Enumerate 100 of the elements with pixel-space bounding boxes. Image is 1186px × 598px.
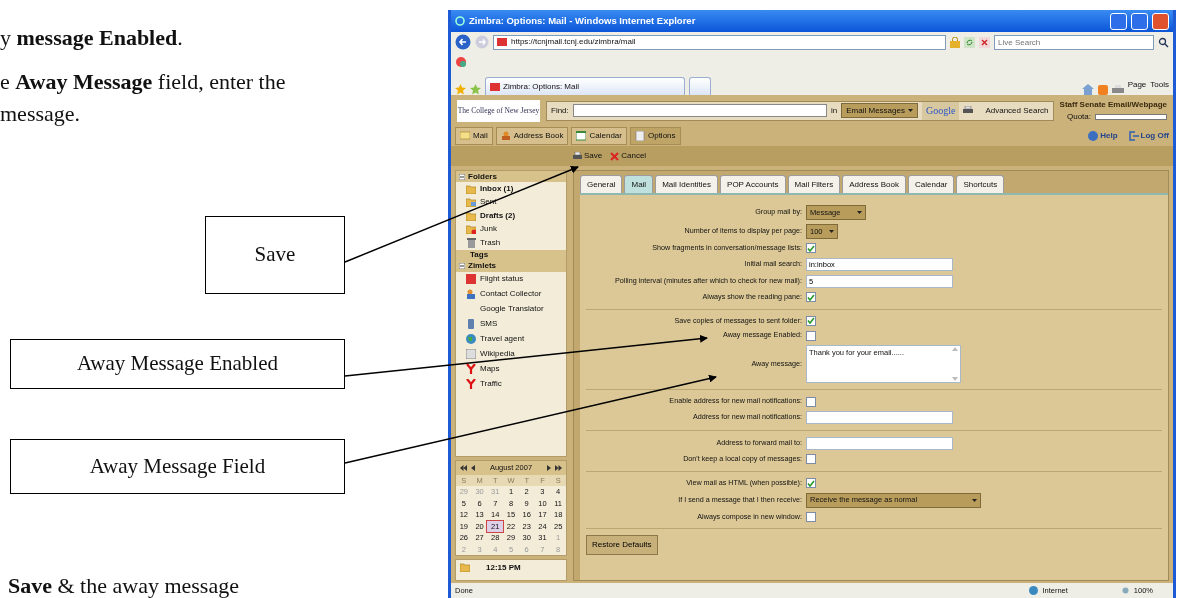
- caret-icon: [828, 230, 834, 233]
- printer-icon: [573, 151, 582, 161]
- checkbox[interactable]: [806, 396, 816, 407]
- settings-tab[interactable]: Mail Identities: [655, 175, 719, 193]
- people-icon: [466, 289, 476, 299]
- quota-bar: [1095, 113, 1167, 120]
- search-icon: [1158, 36, 1169, 48]
- sidebar-item[interactable]: Flight status: [456, 271, 566, 287]
- collapse-icon: [459, 263, 465, 269]
- settings-tab[interactable]: Shortcuts: [956, 175, 1005, 193]
- sidebar-item[interactable]: Traffic: [456, 376, 566, 392]
- instruction-text: y message Enabled.: [0, 24, 184, 52]
- sidebar-item[interactable]: Maps: [456, 361, 566, 377]
- account-name: Staff Senate Email/Webpage: [1059, 98, 1167, 111]
- page-menu[interactable]: Page: [1127, 79, 1147, 91]
- printer-icon: [1111, 85, 1124, 95]
- checkbox[interactable]: [806, 243, 816, 254]
- trash-icon: [466, 237, 476, 248]
- text-field[interactable]: [806, 437, 953, 450]
- forward-icon: [475, 35, 489, 49]
- text-field[interactable]: [806, 411, 953, 424]
- maximize-button[interactable]: [1131, 12, 1148, 30]
- restore-defaults-button[interactable]: Restore Defaults: [586, 535, 658, 556]
- search-scope-dropdown[interactable]: Email Messages: [841, 103, 918, 118]
- settings-tab[interactable]: Address Book: [842, 175, 906, 193]
- find-field[interactable]: [572, 104, 828, 117]
- address-field[interactable]: https://tcnjmail.tcnj.edu/zimbra/mail: [493, 34, 946, 50]
- check-icon: [807, 479, 815, 487]
- sidebar-item[interactable]: Drafts (2): [456, 209, 566, 223]
- checkbox[interactable]: [806, 330, 816, 341]
- globe-icon: [466, 334, 476, 344]
- site-icon: [497, 38, 507, 46]
- checkbox[interactable]: [806, 292, 816, 303]
- phone-icon: [466, 319, 476, 329]
- app-tab[interactable]: Options: [629, 127, 681, 145]
- back-icon: [455, 34, 471, 50]
- scroll-up-icon: [952, 347, 958, 352]
- tools-menu[interactable]: Tools: [1150, 79, 1169, 91]
- callout-label: Away Message Enabled: [10, 339, 345, 389]
- cross-icon: [610, 151, 620, 161]
- feed-icon: [1097, 85, 1108, 95]
- search-field[interactable]: Live Search: [994, 34, 1154, 50]
- sidebar-item[interactable]: Google Translator: [456, 301, 566, 317]
- callout-label: Away Message Field: [10, 439, 345, 494]
- find-label: Find:: [551, 104, 569, 117]
- in-label: in: [831, 104, 838, 117]
- check-icon: [807, 317, 815, 325]
- sidebar-header[interactable]: Tags: [456, 249, 566, 261]
- sidebar-item[interactable]: SMS: [456, 316, 566, 332]
- sidebar-item[interactable]: Contact Collector: [456, 286, 566, 302]
- add-favorite-icon: [470, 84, 481, 95]
- window-title: Zimbra: Options: Mail - Windows Internet Explorer: [469, 13, 697, 28]
- checkbox[interactable]: [806, 316, 816, 326]
- app-tab[interactable]: Address Book: [495, 127, 569, 145]
- document-icon: [634, 131, 645, 141]
- sidebar-item[interactable]: Junk: [456, 222, 566, 236]
- globe-icon: [1029, 586, 1039, 595]
- people-icon: [500, 131, 511, 141]
- last-icon: [555, 464, 562, 471]
- sidebar-header[interactable]: Folders: [456, 171, 566, 182]
- stop-icon: [979, 36, 990, 48]
- instruction-text: Save & the away message: [8, 574, 240, 598]
- checkbox[interactable]: [806, 478, 816, 489]
- sidebar-item[interactable]: Inbox (1): [456, 182, 566, 196]
- settings-tab[interactable]: Mail: [624, 175, 654, 193]
- log-off-link[interactable]: Log Off: [1128, 130, 1169, 142]
- sidebar-item[interactable]: Wikipedia: [456, 346, 566, 362]
- help-link[interactable]: Help: [1088, 130, 1118, 142]
- settings-tab[interactable]: POP Accounts: [720, 175, 786, 193]
- exit-icon: [1128, 131, 1139, 141]
- search-engine-button[interactable]: Google: [921, 101, 960, 120]
- minimize-button[interactable]: [1110, 12, 1127, 30]
- lock-icon: [950, 36, 960, 48]
- app-tab[interactable]: Calendar: [571, 127, 627, 145]
- cancel-button[interactable]: Cancel: [610, 150, 647, 162]
- browser-icon: [455, 16, 465, 26]
- checkbox[interactable]: [806, 511, 816, 522]
- clock-time: 12:15 PM: [486, 562, 521, 574]
- feed-icon: [455, 56, 467, 68]
- printer-icon: [963, 106, 974, 115]
- folder-icon: [460, 562, 470, 572]
- close-button[interactable]: [1152, 12, 1169, 30]
- checkbox[interactable]: [806, 454, 816, 465]
- settings-tab[interactable]: Mail Filters: [787, 175, 841, 193]
- folder-icon: [466, 224, 476, 235]
- help-icon: [1088, 131, 1099, 141]
- new-tab-button[interactable]: [689, 77, 711, 95]
- settings-tab[interactable]: General: [580, 175, 623, 193]
- save-button[interactable]: Save: [573, 150, 603, 162]
- app-tab[interactable]: Mail: [455, 127, 493, 145]
- sidebar-header[interactable]: Zimlets: [456, 260, 566, 272]
- star-icon: [455, 84, 466, 95]
- settings-tab[interactable]: Calendar: [908, 175, 955, 193]
- browser-tab[interactable]: Zimbra: Options: Mail: [485, 77, 685, 95]
- scroll-down-icon: [952, 377, 958, 382]
- collapse-icon: [459, 173, 465, 180]
- callout-label: Save: [205, 216, 345, 294]
- sidebar-item[interactable]: Travel agent: [456, 331, 566, 347]
- advanced-search-button[interactable]: Advanced Search: [985, 104, 1049, 117]
- sidebar-item[interactable]: Trash: [456, 236, 566, 250]
